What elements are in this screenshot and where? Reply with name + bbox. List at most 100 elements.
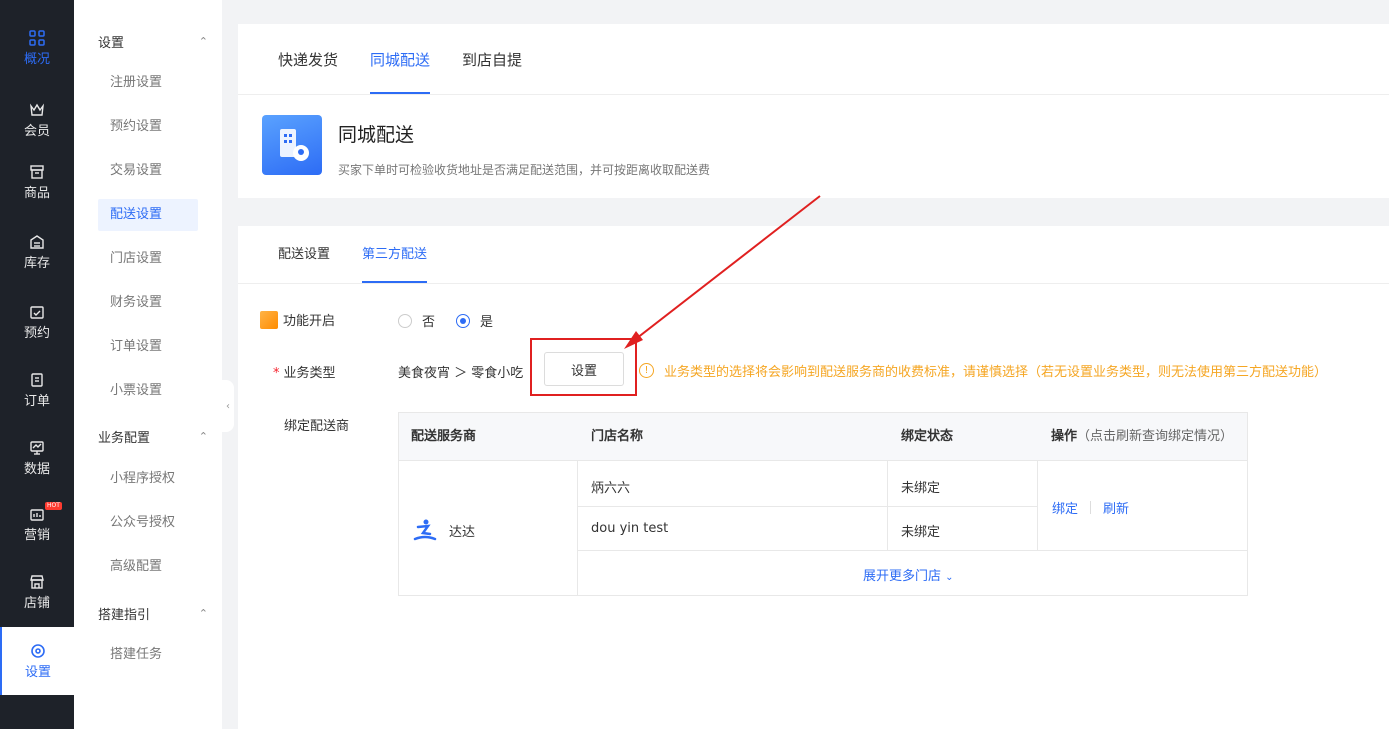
crown-icon <box>30 103 44 116</box>
dada-logo-icon <box>413 519 437 541</box>
nav-booking-label: 预约 <box>23 325 50 341</box>
chevron-down-icon: ⌄ <box>945 572 954 583</box>
nav-shop[interactable]: 店铺 <box>0 562 74 622</box>
submenu-group-guide[interactable]: 搭建指引 ⌃ <box>98 604 208 623</box>
annotation-highlight-box <box>530 338 637 396</box>
delivery-mode-tabs: 快递发货 同城配送 到店自提 <box>278 24 554 94</box>
tab-third-party-delivery[interactable]: 第三方配送 <box>362 226 428 283</box>
chart-monitor-icon <box>30 440 44 455</box>
submenu-item-official-auth[interactable]: 公众号授权 <box>98 507 198 539</box>
tab-local-delivery[interactable]: 同城配送 <box>370 24 431 94</box>
chevron-left-icon: ‹ <box>226 400 230 412</box>
divider <box>577 550 1247 551</box>
divider <box>577 506 1037 507</box>
submenu-group-settings[interactable]: 设置 ⌃ <box>98 32 208 51</box>
grid-icon <box>29 29 45 46</box>
nav-marketing[interactable]: HOT 营销 <box>0 494 74 554</box>
provider-name: 达达 <box>449 524 476 540</box>
nav-goods[interactable]: 商品 <box>0 152 74 212</box>
submenu-item-delivery[interactable]: 配送设置 <box>98 199 198 231</box>
refresh-link[interactable]: 刷新 <box>1103 498 1129 517</box>
nav-inventory[interactable]: 库存 <box>0 222 74 282</box>
tab-delivery-settings[interactable]: 配送设置 <box>278 226 330 283</box>
action-cell: 绑定 刷新 <box>1052 498 1129 517</box>
chevron-up-icon: ⌃ <box>198 607 208 620</box>
radio-option-yes[interactable]: 是 <box>456 311 493 330</box>
nav-settings-label: 设置 <box>24 664 51 680</box>
nav-data-label: 数据 <box>23 461 50 477</box>
radio-circle-selected <box>456 313 470 328</box>
bind-status-2: 未绑定 <box>901 525 941 540</box>
clipboard-icon <box>31 372 43 387</box>
business-type-value: 美食夜宵 ＞ 零食小吃 <box>398 366 524 381</box>
bind-link[interactable]: 绑定 <box>1052 498 1078 517</box>
submenu-item-advanced[interactable]: 高级配置 <box>98 551 198 583</box>
submenu-group-settings-label: 设置 <box>98 36 125 51</box>
tab-express[interactable]: 快递发货 <box>278 24 338 94</box>
divider <box>577 461 578 595</box>
tab-self-pickup[interactable]: 到店自提 <box>462 24 522 94</box>
building-location-icon <box>262 115 322 175</box>
calendar-check-icon <box>30 305 44 319</box>
bind-status-1: 未绑定 <box>901 481 941 496</box>
business-type-text: 业务类型 <box>283 366 336 381</box>
submenu-item-store[interactable]: 门店设置 <box>98 243 198 275</box>
nav-order-label: 订单 <box>23 393 50 409</box>
header-bind-status: 绑定状态 <box>901 429 954 444</box>
collapse-submenu-handle[interactable]: ‹ <box>222 380 234 432</box>
nav-shop-label: 店铺 <box>23 595 50 611</box>
feature-description: 买家下单时可检验收货地址是否满足配送范围，并可按距离收取配送费 <box>338 163 711 177</box>
radio-option-no-label: 否 <box>422 315 436 330</box>
nav-member-label: 会员 <box>23 123 50 139</box>
hot-badge: HOT <box>45 502 62 510</box>
header-provider: 配送服务商 <box>411 429 477 444</box>
submenu-item-miniapp-auth[interactable]: 小程序授权 <box>98 463 198 495</box>
submenu-item-finance[interactable]: 财务设置 <box>98 287 198 319</box>
nav-data[interactable]: 数据 <box>0 428 74 488</box>
nav-overview[interactable]: 概况 <box>0 18 74 78</box>
chevron-up-icon: ⌃ <box>198 35 208 48</box>
radio-option-yes-label: 是 <box>480 315 494 330</box>
third-party-delivery-panel: 配送设置 第三方配送 功能开启 否 是 * 业务类型 美食夜宵 ＞ 零食小吃 设置… <box>238 226 1389 729</box>
header-store-name: 门店名称 <box>591 429 644 444</box>
expand-more-stores-label: 展开更多门店 <box>863 569 942 584</box>
expand-more-stores-link[interactable]: 展开更多门店 ⌄ <box>863 565 954 584</box>
store-box-icon <box>30 164 44 179</box>
provider-cell: 达达 <box>413 519 475 541</box>
business-type-warning-text: 业务类型的选择将会影响到配送服务商的收费标准，请谨慎选择（若无设置业务类型，则无… <box>664 365 1328 380</box>
submenu-item-order[interactable]: 订单设置 <box>98 331 198 363</box>
header-action-label: 操作 <box>1051 429 1078 444</box>
business-type-label: * 业务类型 <box>273 362 336 381</box>
settings-submenu: 设置 ⌃ 注册设置 预约设置 交易设置 配送设置 门店设置 财务设置 订单设置 … <box>74 0 222 729</box>
header-action: 操作（点击刷新查询绑定情况） <box>1051 413 1233 461</box>
radio-circle <box>398 313 412 328</box>
nav-booking[interactable]: 预约 <box>0 292 74 352</box>
submenu-item-booking[interactable]: 预约设置 <box>98 111 198 143</box>
submenu-item-receipt[interactable]: 小票设置 <box>98 375 198 407</box>
nav-member[interactable]: 会员 <box>0 90 74 150</box>
nav-order[interactable]: 订单 <box>0 360 74 420</box>
nav-inventory-label: 库存 <box>23 255 50 271</box>
radio-option-no[interactable]: 否 <box>398 311 435 330</box>
delivery-header-panel: 快递发货 同城配送 到店自提 同城配送 买家下单时可检验收货地址是否满足配送范围… <box>238 24 1389 198</box>
business-type-warning: ! 业务类型的选择将会影响到配送服务商的收费标准，请谨慎选择（若无设置业务类型，… <box>639 361 1327 380</box>
divider <box>1090 501 1092 514</box>
shop-icon <box>30 574 44 589</box>
inventory-icon <box>30 234 44 249</box>
store-name-2: dou yin test <box>591 521 669 536</box>
submenu-group-guide-label: 搭建指引 <box>98 608 151 623</box>
nav-overview-label: 概况 <box>23 51 50 67</box>
feature-flag-icon <box>260 310 278 329</box>
chevron-up-icon: ⌃ <box>198 430 208 443</box>
submenu-item-register[interactable]: 注册设置 <box>98 67 198 99</box>
submenu-group-business-label: 业务配置 <box>98 431 151 446</box>
divider <box>238 94 1389 95</box>
table-header: 配送服务商 门店名称 绑定状态 操作（点击刷新查询绑定情况） <box>399 413 1247 461</box>
submenu-group-business[interactable]: 业务配置 ⌃ <box>98 427 208 446</box>
main-nav-rail: 概况 会员 商品 库存 预约 订单 数据 HOT 营销 店铺 设置 <box>0 0 74 729</box>
submenu-item-trade[interactable]: 交易设置 <box>98 155 198 187</box>
nav-settings[interactable]: 设置 <box>0 627 74 695</box>
submenu-item-setup-task[interactable]: 搭建任务 <box>98 639 198 671</box>
required-asterisk: * <box>273 366 280 381</box>
marketing-icon <box>30 508 44 521</box>
